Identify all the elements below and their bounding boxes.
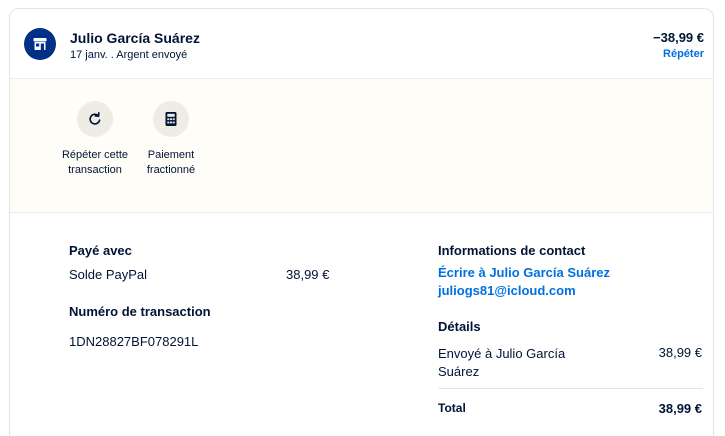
repeat-link[interactable]: Répéter xyxy=(663,48,704,60)
installment-payment-button[interactable]: Paiement fractionné xyxy=(136,101,206,178)
payment-method: Solde PayPal xyxy=(69,267,148,282)
write-to-recipient-link[interactable]: Écrire à Julio García Suárez xyxy=(438,265,610,280)
store-icon xyxy=(24,28,56,60)
contact-info-title: Informations de contact xyxy=(438,243,586,258)
recipient-name: Julio García Suárez xyxy=(70,30,200,46)
payment-amount: 38,99 € xyxy=(286,267,330,282)
total-label: Total xyxy=(438,401,466,415)
paid-with-title: Payé avec xyxy=(69,243,132,258)
repeat-transaction-button[interactable]: Répéter cette transaction xyxy=(60,101,130,178)
transaction-amount: −38,99 € xyxy=(653,30,704,45)
transaction-header[interactable]: Julio García Suárez 17 janv. . Argent en… xyxy=(10,9,713,79)
transaction-details: Payé avec Solde PayPal 38,99 € Numéro de… xyxy=(10,213,713,436)
total-amount: 38,99 € xyxy=(658,401,702,416)
transaction-id-title: Numéro de transaction xyxy=(69,304,211,319)
refresh-icon xyxy=(77,101,113,137)
details-divider xyxy=(438,388,703,389)
details-title: Détails xyxy=(438,319,481,334)
sent-to-label: Envoyé à Julio García Suárez xyxy=(438,346,566,379)
transaction-id: 1DN28827BF078291L xyxy=(69,334,199,349)
transaction-subtitle: 17 janv. . Argent envoyé xyxy=(70,49,188,61)
repeat-transaction-label: Répéter cette transaction xyxy=(61,149,129,176)
calculator-icon xyxy=(153,101,189,137)
sent-amount: 38,99 € xyxy=(658,345,702,360)
transaction-card: Julio García Suárez 17 janv. . Argent en… xyxy=(9,8,714,436)
recipient-email-link[interactable]: juliogs81@icloud.com xyxy=(438,283,576,298)
quick-actions: Répéter cette transaction Paiement fract… xyxy=(10,79,713,213)
installment-payment-label: Paiement fractionné xyxy=(146,149,196,176)
